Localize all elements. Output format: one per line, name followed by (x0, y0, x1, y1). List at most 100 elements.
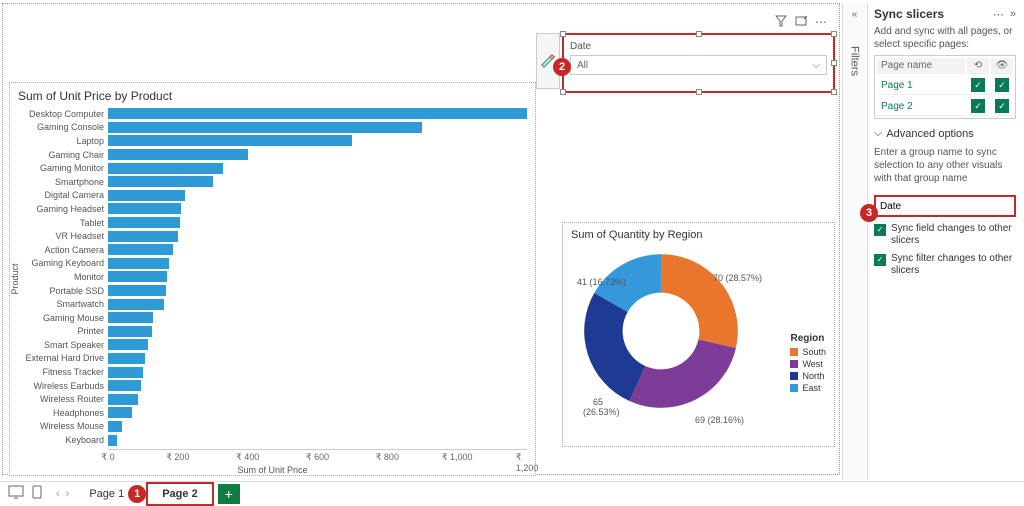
page-name-cell[interactable]: Page 1 (877, 76, 965, 95)
next-page-icon[interactable]: › (66, 488, 70, 500)
legend-header: Region (790, 333, 826, 344)
bar-segment[interactable] (108, 353, 145, 364)
focus-mode-icon[interactable] (795, 15, 807, 30)
bar-chart-xlabel: Sum of Unit Price (10, 465, 535, 475)
bar-category-label: Gaming Mouse (16, 313, 104, 323)
bar-category-label: Tablet (16, 218, 104, 228)
bar-segment[interactable] (108, 244, 173, 255)
sync-page-row: Page 2 ✓ ✓ (877, 97, 1013, 116)
more-options-icon[interactable]: ⋯ (815, 15, 827, 30)
bar-segment[interactable] (108, 367, 143, 378)
donut-slice[interactable] (629, 340, 735, 408)
bar-chart-title: Sum of Unit Price by Product (10, 83, 535, 105)
mobile-view-icon[interactable] (32, 485, 42, 502)
bar-segment[interactable] (108, 108, 527, 119)
bar-segment[interactable] (108, 407, 132, 418)
xaxis-tick: ₹ 800 (376, 452, 399, 463)
bar-category-label: Action Camera (16, 245, 104, 255)
bar-segment[interactable] (108, 149, 248, 160)
sync-checkbox[interactable]: ✓ (971, 78, 985, 92)
bar-segment[interactable] (108, 190, 185, 201)
legend-swatch (790, 348, 798, 356)
legend-item[interactable]: South (790, 347, 826, 357)
annotation-marker-2: 2 (553, 58, 571, 76)
donut-slice[interactable] (584, 293, 645, 401)
bar-segment[interactable] (108, 135, 352, 146)
collapse-pane-icon[interactable]: » (1010, 8, 1016, 21)
bar-category-label: Fitness Tracker (16, 367, 104, 377)
sync-filter-changes-checkbox[interactable]: ✓ Sync filter changes to other slicers (874, 253, 1016, 277)
donut-legend: Region South West North East (790, 333, 826, 395)
xaxis-tick: ₹ 0 (101, 452, 114, 463)
bar-category-label: Headphones (16, 408, 104, 418)
legend-item[interactable]: West (790, 359, 826, 369)
bar-segment[interactable] (108, 231, 178, 242)
donut-label-north-b: (26.53%) (583, 407, 620, 417)
bar-category-label: Wireless Mouse (16, 421, 104, 431)
bar-category-label: Printer (16, 326, 104, 336)
resize-handle[interactable] (831, 89, 837, 95)
add-page-button[interactable]: + (218, 484, 240, 504)
donut-slice[interactable] (661, 254, 738, 348)
bar-segment[interactable] (108, 380, 141, 391)
bar-chart-visual[interactable]: Sum of Unit Price by Product Product Des… (9, 82, 536, 476)
bar-segment[interactable] (108, 299, 164, 310)
filters-pane-collapsed[interactable]: « Filters (842, 3, 866, 480)
annotation-marker-1: 1 (128, 485, 146, 503)
sync-field-changes-checkbox[interactable]: ✓ Sync field changes to other slicers (874, 223, 1016, 247)
prev-page-icon[interactable]: ‹ (56, 488, 60, 500)
bar-segment[interactable] (108, 122, 422, 133)
bar-segment[interactable] (108, 258, 169, 269)
bar-segment[interactable] (108, 176, 213, 187)
bar-category-label: Keyboard (16, 435, 104, 445)
bar-category-label: Smartphone (16, 177, 104, 187)
more-options-icon[interactable]: ⋯ (993, 8, 1004, 21)
bar-category-label: External Hard Drive (16, 353, 104, 363)
bar-segment[interactable] (108, 435, 117, 446)
resize-handle[interactable] (831, 60, 837, 66)
bar-category-label: Gaming Monitor (16, 163, 104, 173)
report-canvas: Sum of Unit Price by Product Product Des… (2, 3, 840, 475)
bar-segment[interactable] (108, 394, 138, 405)
donut-chart-visual[interactable]: Sum of Quantity by Region 70 (28.57%) 69… (562, 222, 835, 447)
slicer-field-label: Date (570, 41, 827, 55)
legend-item[interactable]: East (790, 383, 826, 393)
bar-segment[interactable] (108, 217, 180, 228)
bar-segment[interactable] (108, 421, 122, 432)
expand-filters-icon[interactable]: « (843, 3, 866, 20)
date-slicer-visual[interactable]: ⋯ Date All ⌵ (562, 33, 835, 93)
desktop-view-icon[interactable] (8, 485, 24, 502)
bar-category-label: Gaming Headset (16, 204, 104, 214)
filter-icon[interactable] (775, 15, 787, 30)
col-page-name: Page name (877, 58, 965, 74)
bar-segment[interactable] (108, 163, 223, 174)
bar-segment[interactable] (108, 203, 181, 214)
bar-segment[interactable] (108, 285, 166, 296)
bar-segment[interactable] (108, 326, 152, 337)
sync-pages-table: Page name ⟲ 👁 Page 1✓✓Page 2✓✓ (874, 55, 1016, 119)
tab-page-2[interactable]: Page 2 (146, 482, 213, 506)
resize-handle[interactable] (696, 89, 702, 95)
bar-segment[interactable] (108, 339, 148, 350)
visible-checkbox[interactable]: ✓ (995, 99, 1009, 113)
xaxis-tick: ₹ 1,000 (442, 452, 473, 463)
resize-handle[interactable] (560, 31, 566, 37)
bar-category-label: Smartwatch (16, 299, 104, 309)
resize-handle[interactable] (831, 31, 837, 37)
bar-category-label: Wireless Router (16, 394, 104, 404)
bar-segment[interactable] (108, 271, 167, 282)
page-name-cell[interactable]: Page 2 (877, 97, 965, 116)
resize-handle[interactable] (560, 89, 566, 95)
xaxis-tick: ₹ 1,200 (516, 452, 539, 473)
xaxis-tick: ₹ 400 (236, 452, 259, 463)
slicer-dropdown[interactable]: All ⌵ (570, 55, 827, 75)
advanced-options-toggle[interactable]: ⌵ Advanced options (874, 127, 1016, 140)
sync-pane-title: Sync slicers (874, 7, 944, 21)
visible-checkbox[interactable]: ✓ (995, 78, 1009, 92)
legend-item[interactable]: North (790, 371, 826, 381)
group-name-input[interactable] (874, 195, 1016, 217)
sync-page-row: Page 1 ✓ ✓ (877, 76, 1013, 95)
bar-segment[interactable] (108, 312, 153, 323)
resize-handle[interactable] (696, 31, 702, 37)
sync-checkbox[interactable]: ✓ (971, 99, 985, 113)
